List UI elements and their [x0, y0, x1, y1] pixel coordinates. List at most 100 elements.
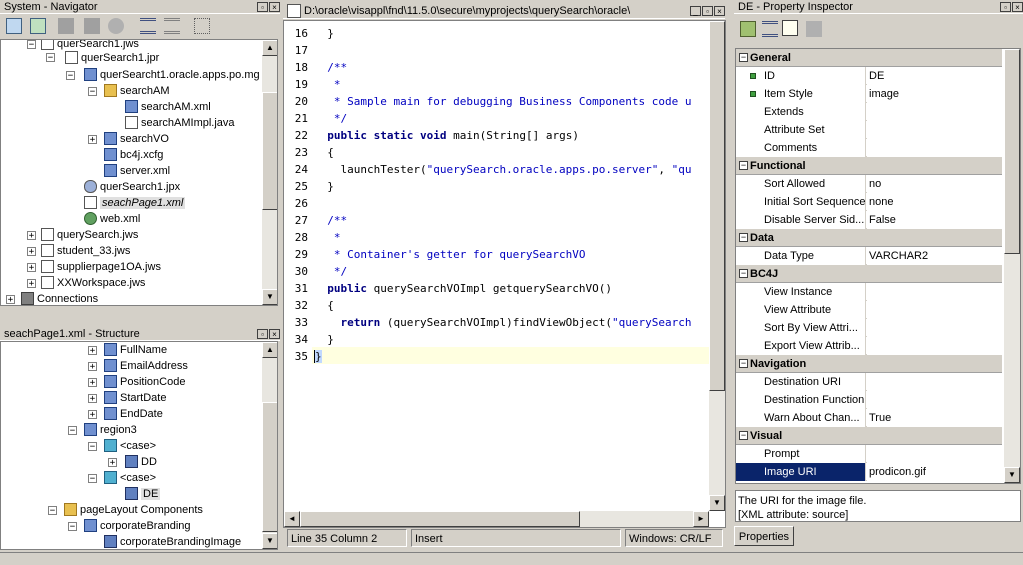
navigator-float-button[interactable]: ▫ — [257, 1, 268, 12]
property-value[interactable]: True — [867, 409, 1002, 427]
property-value[interactable] — [867, 319, 1002, 337]
collapse-icon[interactable]: − — [68, 522, 77, 532]
structure-item-position[interactable]: PositionCode — [104, 374, 185, 390]
property-row[interactable]: ID DE — [736, 67, 1002, 85]
structure-item-de[interactable]: DE — [125, 486, 161, 502]
property-row[interactable]: Image URI prodicon.gif — [736, 463, 1002, 481]
scroll-down-button[interactable]: ▼ — [1004, 467, 1020, 483]
property-category-bc4j[interactable]: − BC4J — [736, 265, 1002, 283]
scroll-thumb[interactable] — [300, 511, 580, 527]
collapse-icon[interactable]: − — [88, 474, 97, 484]
property-value[interactable]: VARCHAR2 — [867, 247, 1002, 265]
grid-icon[interactable] — [194, 18, 210, 34]
enable-tracking-icon[interactable] — [740, 21, 756, 37]
list-icon[interactable] — [140, 18, 156, 34]
sort-category-icon[interactable] — [782, 20, 798, 36]
editor-hscrollbar[interactable]: ◄ ► — [284, 511, 709, 527]
property-value[interactable] — [867, 139, 1002, 157]
property-row[interactable]: Sort By View Attri... — [736, 319, 1002, 337]
expand-icon[interactable]: + — [6, 295, 15, 305]
property-value[interactable]: prodicon.gif — [867, 463, 1002, 481]
tree-item-bc4j[interactable]: bc4j.xcfg — [104, 147, 163, 163]
collapse-icon[interactable]: − — [739, 53, 748, 62]
structure-item-email[interactable]: EmailAddress — [104, 358, 188, 374]
structure-item-case1[interactable]: <case> — [104, 438, 156, 454]
property-row[interactable]: Data Type VARCHAR2 — [736, 247, 1002, 265]
property-row[interactable]: Comments — [736, 139, 1002, 157]
property-category-visual[interactable]: − Visual — [736, 427, 1002, 445]
structure-item-startdate[interactable]: StartDate — [104, 390, 166, 406]
code-editor[interactable]: 16 } 17 18 /** 19 * 20 * Sample main for deb… — [283, 20, 726, 528]
property-value[interactable] — [867, 301, 1002, 319]
tree-item-searchAM-xml[interactable]: searchAM.xml — [125, 99, 211, 115]
tree-item-package[interactable]: querSearcht1.oracle.apps.po.mg — [84, 67, 260, 83]
property-category-functional[interactable]: − Functional — [736, 157, 1002, 175]
property-value[interactable]: False — [867, 211, 1002, 229]
tree-item-querySearch[interactable]: querySearch.jws — [41, 227, 138, 243]
structure-item-branding[interactable]: corporateBranding — [84, 518, 191, 534]
navigator-scrollbar[interactable]: ▲ ▼ — [262, 40, 277, 305]
scroll-up-button[interactable]: ▲ — [262, 342, 277, 358]
scroll-thumb[interactable] — [709, 21, 725, 391]
new-icon[interactable] — [6, 18, 22, 34]
tree-item-searchVO[interactable]: searchVO — [104, 131, 169, 147]
expand-icon[interactable]: + — [88, 394, 97, 404]
tree-item-searchAMImpl[interactable]: searchAMImpl.java — [125, 115, 235, 131]
expand-icon[interactable]: + — [27, 263, 36, 273]
collapse-icon[interactable]: − — [739, 161, 748, 170]
property-category-general[interactable]: − General — [736, 49, 1002, 67]
collapse-icon[interactable]: − — [739, 233, 748, 242]
inspector-float-button[interactable]: ▫ — [1000, 1, 1011, 12]
scroll-up-button[interactable]: ▲ — [262, 40, 277, 56]
scroll-thumb[interactable] — [262, 92, 277, 210]
collapse-icon[interactable]: − — [66, 71, 75, 81]
property-row[interactable]: View Instance — [736, 283, 1002, 301]
structure-item-enddate[interactable]: EndDate — [104, 406, 163, 422]
structure-item-pagelayout[interactable]: pageLayout Components — [64, 502, 203, 518]
comment-icon[interactable] — [806, 21, 822, 37]
property-row[interactable]: Disable Server Sid... False — [736, 211, 1002, 229]
tree-item-seachPage1[interactable]: seachPage1.xml — [84, 195, 186, 211]
tree-item-jpr[interactable]: querSearch1.jpr — [65, 50, 159, 66]
scroll-thumb[interactable] — [1004, 49, 1020, 254]
property-row[interactable]: Attribute Set — [736, 121, 1002, 139]
collapse-icon[interactable]: − — [48, 506, 57, 516]
collapse-icon[interactable]: − — [27, 40, 36, 50]
structure-item-case2[interactable]: <case> — [104, 470, 156, 486]
property-category-navigation[interactable]: − Navigation — [736, 355, 1002, 373]
property-value[interactable] — [867, 391, 1002, 409]
expand-icon[interactable]: + — [88, 135, 97, 145]
tree-item-student[interactable]: student_33.jws — [41, 243, 130, 259]
property-row[interactable]: Warn About Chan... True — [736, 409, 1002, 427]
add-icon[interactable] — [30, 18, 46, 34]
structure-item-region3[interactable]: region3 — [84, 422, 137, 438]
collapse-icon[interactable]: − — [739, 269, 748, 278]
inspector-scrollbar[interactable]: ▼ — [1004, 49, 1020, 483]
property-category-data[interactable]: − Data — [736, 229, 1002, 247]
expand-icon[interactable]: + — [88, 378, 97, 388]
tree-item-supplier[interactable]: supplierpage1OA.jws — [41, 259, 161, 275]
property-row[interactable]: Sort Allowed no — [736, 175, 1002, 193]
structure-float-button[interactable]: ▫ — [257, 328, 268, 339]
structure-item-fullname[interactable]: FullName — [104, 342, 167, 358]
property-value[interactable] — [867, 445, 1002, 463]
property-value[interactable] — [867, 283, 1002, 301]
scroll-thumb[interactable] — [262, 402, 277, 532]
editor-maximize-button[interactable]: ▫ — [702, 5, 713, 16]
property-value[interactable]: image — [867, 85, 1002, 103]
scroll-down-button[interactable]: ▼ — [262, 533, 277, 549]
save-icon[interactable] — [84, 18, 100, 34]
tree-item-jpx[interactable]: querSearch1.jpx — [84, 179, 180, 195]
scroll-right-button[interactable]: ► — [693, 511, 709, 527]
expand-icon[interactable]: + — [108, 458, 117, 468]
property-value[interactable] — [867, 121, 1002, 139]
property-value[interactable]: no — [867, 175, 1002, 193]
sort-alphabetical-icon[interactable] — [762, 21, 778, 37]
structure-scrollbar[interactable]: ▲ ▼ — [262, 342, 277, 549]
remove-icon[interactable] — [58, 18, 74, 34]
property-row[interactable]: Item Style image — [736, 85, 1002, 103]
tree-item-connections[interactable]: Connections — [21, 291, 98, 305]
expand-icon[interactable]: + — [27, 247, 36, 257]
tree-item-server-xml[interactable]: server.xml — [104, 163, 170, 179]
expand-icon[interactable]: + — [88, 410, 97, 420]
